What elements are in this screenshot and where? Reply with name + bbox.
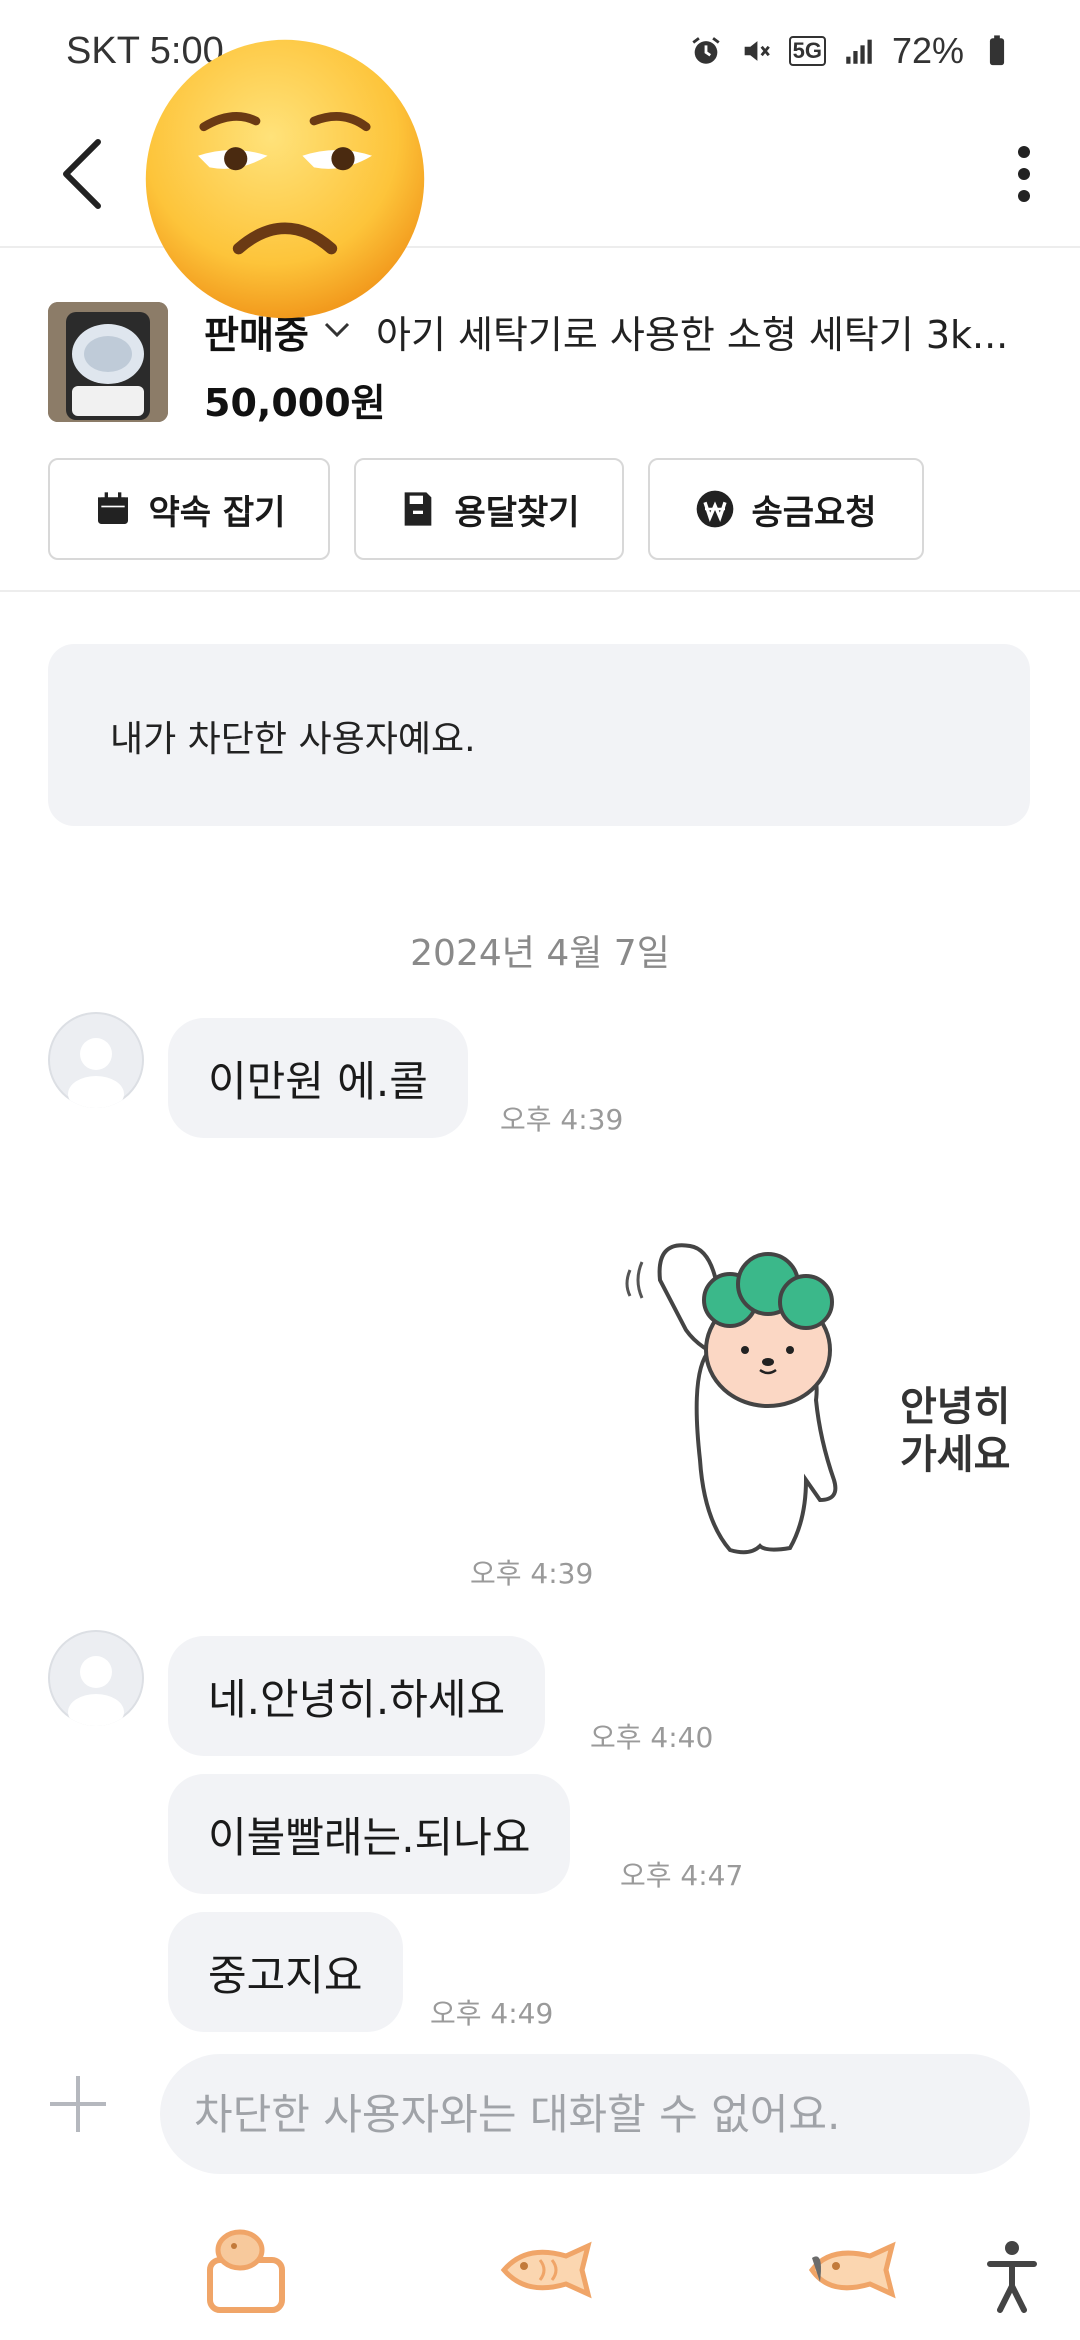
more-options-icon[interactable] xyxy=(1004,140,1044,210)
message-time: 오후 4:47 xyxy=(620,1859,744,1892)
alarm-icon xyxy=(691,37,720,64)
date-separator: 2024년 4월 7일 xyxy=(410,933,670,974)
message-bubble: 네.안녕히.하세요 xyxy=(168,1636,546,1756)
message-time: 오후 4:40 xyxy=(590,1721,714,1754)
find-truck-button[interactable]: 용달찾기 xyxy=(354,458,624,560)
find-truck-label: 용달찾기 xyxy=(454,492,580,533)
status-icons: 5G 72% xyxy=(689,30,1014,72)
fishbread-box-icon[interactable] xyxy=(196,2220,296,2320)
won-icon xyxy=(697,490,734,528)
fishbread-icon[interactable] xyxy=(496,2220,596,2320)
schedule-label: 약속 잡기 xyxy=(148,492,286,533)
sticker-text-line2: 가세요 xyxy=(900,1432,1010,1478)
message-time: 오후 4:49 xyxy=(430,1997,554,2030)
action-buttons: 약속 잡기 용달찾기 송금요청 xyxy=(48,458,924,560)
product-title[interactable]: 아기 세탁기로 사용한 소형 세탁기 3k... xyxy=(376,304,1016,359)
message-bubble: 이만원 에.콜 xyxy=(168,1018,468,1138)
plus-icon[interactable] xyxy=(46,2072,110,2136)
accessibility-icon[interactable] xyxy=(980,2220,1044,2320)
message-bubble: 이불빨래는.되나요 xyxy=(168,1774,571,1894)
avatar[interactable] xyxy=(48,1630,144,1726)
message-time: 오후 4:39 xyxy=(500,1103,624,1136)
sticker-time: 오후 4:39 xyxy=(470,1557,594,1590)
avatar[interactable] xyxy=(48,1012,144,1108)
battery-icon xyxy=(989,35,1005,66)
mute-icon xyxy=(744,41,770,61)
unamused-face-icon xyxy=(145,39,425,319)
default-profile-icon xyxy=(48,1012,144,1108)
truck-icon xyxy=(405,492,432,526)
network-label: 5G xyxy=(788,36,826,66)
product-price: 50,000원 xyxy=(204,381,386,425)
sticker-text-line1: 안녕히 xyxy=(900,1384,1010,1430)
calendar-icon xyxy=(97,492,128,524)
signal-icon xyxy=(846,39,872,64)
goodbye-sticker: 안녕히 가세요 xyxy=(625,1243,1010,1555)
message-bubble: 중고지요 xyxy=(168,1912,403,2032)
back-arrow-icon[interactable] xyxy=(54,130,114,220)
shortcut-bar xyxy=(0,2200,1080,2340)
request-payment-label: 송금요청 xyxy=(751,492,877,533)
blocked-notice: 내가 차단한 사용자예요. xyxy=(48,644,1030,826)
request-payment-button[interactable]: 송금요청 xyxy=(648,458,924,560)
message-input-bar xyxy=(0,2040,1080,2180)
schedule-button[interactable]: 약속 잡기 xyxy=(48,458,330,560)
message-input[interactable] xyxy=(160,2054,1030,2174)
blocked-notice-text: 내가 차단한 사용자예요. xyxy=(110,719,476,760)
battery-percent: 72% xyxy=(891,30,964,71)
fishbread-bitten-icon[interactable] xyxy=(800,2220,900,2320)
default-profile-icon xyxy=(48,1630,144,1726)
